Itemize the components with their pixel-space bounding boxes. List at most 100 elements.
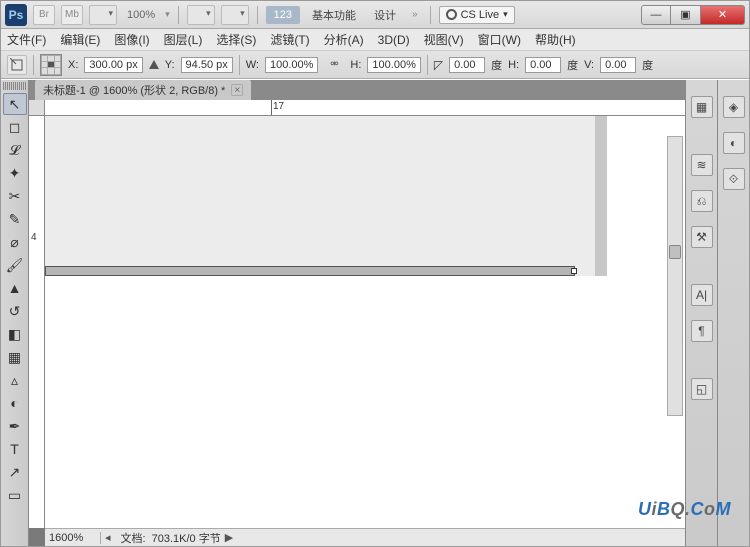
- paragraph-panel-icon[interactable]: ¶: [691, 320, 713, 342]
- reference-point-selector[interactable]: [40, 54, 62, 76]
- menu-bar: 文件(F) 编辑(E) 图像(I) 图层(L) 选择(S) 滤镜(T) 分析(A…: [1, 29, 749, 51]
- separator: [427, 55, 428, 75]
- transform-bounding-box[interactable]: [45, 266, 575, 276]
- eyedropper-tool[interactable]: ✎: [3, 208, 27, 230]
- toolstrip-handle[interactable]: [3, 82, 27, 90]
- ruler-v-tick-label: 4: [31, 232, 37, 243]
- h-input[interactable]: 100.00%: [367, 57, 420, 73]
- dodge-tool[interactable]: ◐: [3, 392, 27, 414]
- heal-tool[interactable]: ⌀: [3, 231, 27, 253]
- marquee-tool[interactable]: ◻: [3, 116, 27, 138]
- angle-input[interactable]: 0.00: [449, 57, 485, 73]
- vertical-ruler[interactable]: 4: [29, 116, 45, 528]
- menu-edit[interactable]: 编辑(E): [60, 31, 100, 48]
- status-bar: 1600% ◂ 文档: 703.1K/0 字节 ▶: [45, 528, 685, 546]
- zoom-field[interactable]: 1600%: [45, 532, 101, 544]
- shape-edge: [595, 116, 607, 276]
- skew-v-input[interactable]: 0.00: [600, 57, 636, 73]
- menu-image[interactable]: 图像(I): [114, 31, 149, 48]
- panel-col-b: ◈ ◐ ⟐: [717, 80, 749, 546]
- wand-tool[interactable]: ✦: [3, 162, 27, 184]
- path-select-tool[interactable]: ↗: [3, 461, 27, 483]
- menu-select[interactable]: 选择(S): [216, 31, 256, 48]
- maximize-button[interactable]: ▣: [671, 5, 701, 25]
- tool-strip: ↖ ◻ 𝓛 ✦ ✂ ✎ ⌀ 🖌 ▲ ↺ ◧ ▦ ▵ ◐ ✒ T ↗ ▭: [1, 80, 29, 546]
- layers-panel-icon[interactable]: ◈: [723, 96, 745, 118]
- w-input[interactable]: 100.00%: [265, 57, 318, 73]
- menu-3d[interactable]: 3D(D): [378, 33, 410, 47]
- brush-tool[interactable]: 🖌: [3, 254, 27, 276]
- separator: [257, 6, 258, 24]
- ps-logo-icon: Ps: [5, 4, 27, 26]
- channels-panel-icon[interactable]: ◐: [723, 132, 745, 154]
- menu-layer[interactable]: 图层(L): [164, 31, 203, 48]
- blur-tool[interactable]: ▵: [3, 369, 27, 391]
- cslive-button[interactable]: CS Live ▾: [439, 6, 515, 24]
- menu-help[interactable]: 帮助(H): [535, 31, 576, 48]
- menu-view[interactable]: 视图(V): [424, 31, 464, 48]
- menu-filter[interactable]: 滤镜(T): [270, 31, 309, 48]
- canvas[interactable]: [45, 116, 685, 528]
- minibridge-button[interactable]: Mb: [61, 5, 83, 25]
- watermark: UiBQ.CoM: [638, 499, 731, 520]
- lasso-tool[interactable]: 𝓛: [3, 139, 27, 161]
- workspace: ↖ ◻ 𝓛 ✦ ✂ ✎ ⌀ 🖌 ▲ ↺ ◧ ▦ ▵ ◐ ✒ T ↗ ▭ 未标题-…: [1, 80, 749, 546]
- crop-tool[interactable]: ✂: [3, 185, 27, 207]
- workspace-design-tab[interactable]: 设计: [368, 4, 402, 26]
- gradient-tool[interactable]: ▦: [3, 346, 27, 368]
- workspace-123-button[interactable]: 123: [266, 6, 300, 24]
- eraser-tool[interactable]: ◧: [3, 323, 27, 345]
- ruler-h-tick-label: 17: [273, 101, 284, 112]
- rectangle-tool[interactable]: ▭: [3, 484, 27, 506]
- skew-h-label: H:: [508, 59, 519, 71]
- type-tool[interactable]: T: [3, 438, 27, 460]
- thumbnails-panel-icon[interactable]: ▦: [691, 96, 713, 118]
- x-input[interactable]: 300.00 px: [84, 57, 142, 73]
- minimize-button[interactable]: —: [641, 5, 671, 25]
- transform-handle[interactable]: [571, 268, 577, 274]
- character-panel-icon[interactable]: A|: [691, 284, 713, 306]
- title-bar: Ps Br Mb 100% ▾ 123 基本功能 设计 » CS Live ▾ …: [1, 1, 749, 29]
- paths-panel-icon[interactable]: ⟐: [723, 168, 745, 190]
- screenmode-dropdown[interactable]: [221, 5, 249, 25]
- workspace-more-icon[interactable]: »: [408, 9, 422, 20]
- document-tab-bar: 未标题-1 @ 1600% (形状 2, RGB/8) * ×: [29, 80, 685, 100]
- history-brush-tool[interactable]: ↺: [3, 300, 27, 322]
- skew-h-input[interactable]: 0.00: [525, 57, 561, 73]
- w-label: W:: [246, 59, 259, 71]
- x-label: X:: [68, 59, 78, 71]
- menu-file[interactable]: 文件(F): [7, 31, 46, 48]
- zoom-menu-icon[interactable]: ◂: [101, 531, 115, 544]
- layout-dropdown[interactable]: [89, 5, 117, 25]
- menu-analysis[interactable]: 分析(A): [324, 31, 364, 48]
- chevron-down-icon[interactable]: ▾: [165, 9, 170, 20]
- ruler-origin[interactable]: [29, 100, 45, 116]
- chevron-down-icon: ▾: [503, 9, 508, 20]
- brush-panel-icon[interactable]: ≋: [691, 154, 713, 176]
- delta-icon[interactable]: [149, 60, 159, 69]
- move-tool[interactable]: ↖: [3, 93, 27, 115]
- y-input[interactable]: 94.50 px: [181, 57, 233, 73]
- workspace-basic-tab[interactable]: 基本功能: [306, 4, 362, 26]
- navigator-panel-icon[interactable]: ◱: [691, 378, 713, 400]
- arrange-dropdown[interactable]: [187, 5, 215, 25]
- bridge-button[interactable]: Br: [33, 5, 55, 25]
- panel-col-a: ▦ ≋ ⎌ ⚒ A| ¶ ◱: [685, 80, 717, 546]
- separator: [430, 6, 431, 24]
- vertical-scrollbar[interactable]: [667, 136, 683, 416]
- transform-tool-icon[interactable]: [7, 55, 27, 75]
- document-tab[interactable]: 未标题-1 @ 1600% (形状 2, RGB/8) * ×: [35, 80, 251, 100]
- horizontal-ruler[interactable]: 17: [45, 100, 685, 116]
- stamp-tool[interactable]: ▲: [3, 277, 27, 299]
- pen-tool[interactable]: ✒: [3, 415, 27, 437]
- menu-window[interactable]: 窗口(W): [478, 31, 521, 48]
- clone-panel-icon[interactable]: ⎌: [691, 190, 713, 212]
- separator: [178, 6, 179, 24]
- link-aspect-icon[interactable]: ⚮: [324, 55, 344, 75]
- scrollbar-thumb[interactable]: [669, 245, 681, 259]
- close-button[interactable]: ✕: [701, 5, 745, 25]
- close-tab-icon[interactable]: ×: [231, 84, 243, 96]
- toolpreset-panel-icon[interactable]: ⚒: [691, 226, 713, 248]
- docinfo-menu-icon[interactable]: ▶: [221, 531, 237, 544]
- docinfo-value: 703.1K/0 字节: [152, 530, 221, 546]
